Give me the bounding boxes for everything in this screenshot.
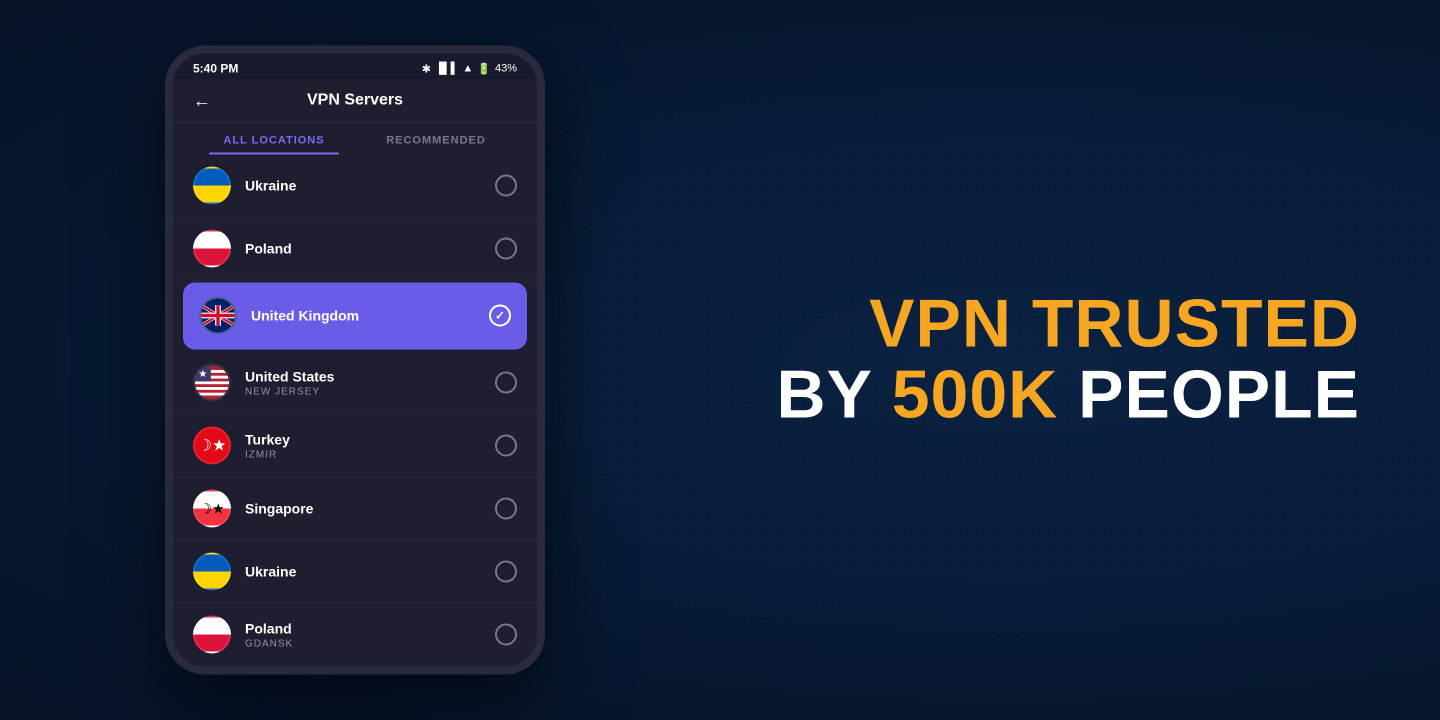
tab-recommended[interactable]: RECOMMENDED [355,123,517,155]
phone-frame: 5:40 PM ✱ ▐▌▌ ▲ 🔋 43% ← VPN Servers ALL … [165,46,545,675]
flag-poland-2 [193,616,231,654]
flag-poland-1 [193,230,231,268]
tab-all-locations[interactable]: ALL LOCATIONS [193,123,355,155]
server-item-poland-2[interactable]: Poland GDANSK [173,604,537,667]
server-name: Turkey [245,431,495,447]
server-name: Poland [245,620,495,636]
status-time: 5:40 PM [193,62,238,76]
server-info-poland-2: Poland GDANSK [245,620,495,649]
server-info-poland-1: Poland [245,241,495,257]
server-sub: IZMIR [245,449,495,460]
tagline-by: BY [777,357,892,433]
radio-ukraine-1[interactable] [495,175,517,197]
server-item-ukraine-1[interactable]: Ukraine [173,155,537,218]
tagline-section: VPN TRUSTED BY 500K People [777,289,1360,432]
server-info-ukraine-2: Ukraine [245,564,495,580]
app-header: ← VPN Servers [173,80,537,123]
battery-percent: 43% [495,63,517,75]
tagline-people: People [1058,357,1360,433]
server-item-us[interactable]: ★ United States NEW JERSEY [173,352,537,415]
server-item-turkey[interactable]: ☽★ Turkey IZMIR [173,415,537,478]
radio-poland-1[interactable] [495,238,517,260]
radio-singapore[interactable] [495,498,517,520]
flag-ukraine-2 [193,553,231,591]
phone-mockup: 5:40 PM ✱ ▐▌▌ ▲ 🔋 43% ← VPN Servers ALL … [165,46,565,675]
server-sub: NEW JERSEY [245,386,495,397]
battery-icon: 🔋 [477,62,491,75]
server-info-singapore: Singapore [245,501,495,517]
flag-turkey: ☽★ [193,427,231,465]
server-item-uk[interactable]: United Kingdom [183,283,527,350]
server-info-uk: United Kingdom [251,308,489,324]
status-icons: ✱ ▐▌▌ ▲ 🔋 43% [422,62,517,75]
radio-poland-2[interactable] [495,624,517,646]
server-name: Singapore [245,501,495,517]
radio-turkey[interactable] [495,435,517,457]
tab-bar: ALL LOCATIONS RECOMMENDED [173,123,537,155]
server-name: Poland [245,241,495,257]
radio-us[interactable] [495,372,517,394]
svg-text:★: ★ [198,369,207,380]
back-button[interactable]: ← [193,90,211,111]
server-name: Ukraine [245,564,495,580]
bluetooth-icon: ✱ [422,62,431,75]
server-name: United States [245,368,495,384]
server-item-ukraine-2[interactable]: Ukraine [173,541,537,604]
flag-uk [199,297,237,335]
tagline-line1: VPN TRUSTED [777,289,1360,360]
tagline-count: 500K [892,357,1059,433]
server-name: United Kingdom [251,308,489,324]
screen-title: VPN Servers [307,92,403,110]
radio-uk[interactable] [489,305,511,327]
flag-us: ★ [193,364,231,402]
server-info-ukraine-1: Ukraine [245,178,495,194]
signal-icon: ▐▌▌ [435,63,458,75]
flag-singapore: ☽★ [193,490,231,528]
phone-notch [295,54,415,76]
server-list: Ukraine Poland [173,155,537,667]
server-item-singapore[interactable]: ☽★ Singapore [173,478,537,541]
wifi-icon: ▲ [462,63,473,75]
server-name: Ukraine [245,178,495,194]
server-info-us: United States NEW JERSEY [245,368,495,397]
tagline-line2: BY 500K People [777,360,1360,431]
server-info-turkey: Turkey IZMIR [245,431,495,460]
server-sub: GDANSK [245,638,495,649]
radio-ukraine-2[interactable] [495,561,517,583]
flag-ukraine-1 [193,167,231,205]
server-item-poland-1[interactable]: Poland [173,218,537,281]
